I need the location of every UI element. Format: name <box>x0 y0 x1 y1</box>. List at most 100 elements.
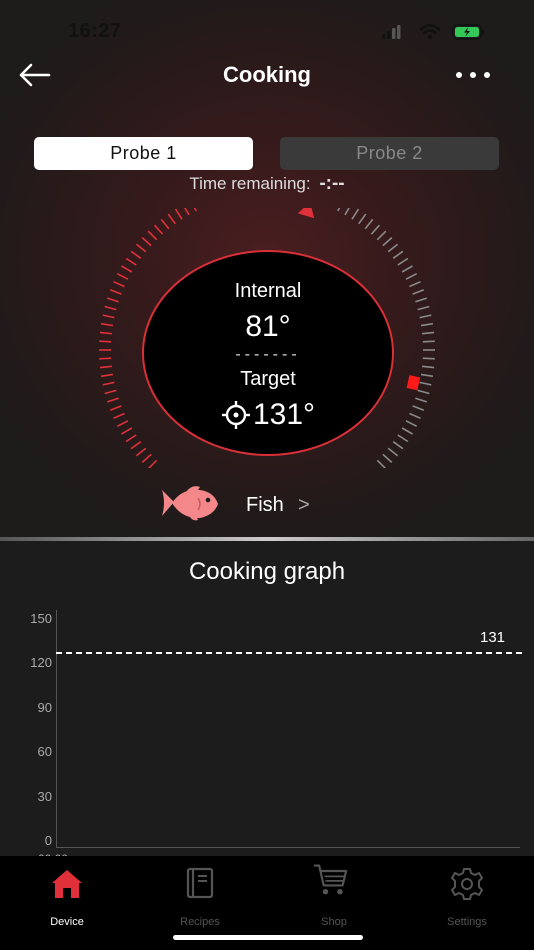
dial-tick <box>100 322 114 327</box>
target-row[interactable]: 131° <box>144 398 392 432</box>
dial-tick <box>415 297 428 303</box>
dial-tick <box>387 447 399 457</box>
section-divider <box>0 537 534 541</box>
dial-tick <box>376 459 387 468</box>
dial-tick <box>412 405 425 411</box>
tab-probe-2[interactable]: Probe 2 <box>280 137 499 170</box>
tab-device[interactable]: Device <box>7 864 127 930</box>
dial-tick <box>113 280 125 288</box>
dial-tick <box>102 314 115 319</box>
tab-label: Recipes <box>180 916 220 928</box>
dial-tick <box>174 208 183 220</box>
dial-tick <box>99 340 112 343</box>
dial-tick <box>376 230 387 241</box>
tab-settings[interactable]: Settings <box>407 864 527 930</box>
y-tick-label: 90 <box>37 700 52 715</box>
signal-wifi-battery-icon <box>382 24 484 40</box>
dial-tick <box>113 412 125 420</box>
dial-tick <box>130 250 142 259</box>
dial-tick <box>104 305 117 311</box>
dial-tick <box>422 331 435 335</box>
dial-tick <box>422 357 435 360</box>
food-label: Fish <box>246 494 284 516</box>
probe-tabs: Probe 1 Probe 2 <box>34 137 500 171</box>
dial-tick <box>121 265 133 273</box>
dial-tick <box>99 365 112 369</box>
tab-shop[interactable]: Shop <box>274 864 394 930</box>
fish-icon <box>162 486 218 521</box>
time-remaining-label: Time remaining: <box>189 174 311 193</box>
dial-tick <box>100 373 114 378</box>
dial-tick <box>141 237 152 247</box>
dial-tick <box>104 389 117 395</box>
time-remaining-value: -:-- <box>319 173 345 194</box>
internal-label: Internal <box>234 280 302 302</box>
dial-tick <box>106 297 119 303</box>
dial-tick <box>420 322 434 327</box>
y-tick-label: 30 <box>37 789 52 804</box>
dial-tick <box>392 250 404 259</box>
dial-tick <box>141 453 152 463</box>
dial-tick <box>358 213 367 225</box>
dial-tick <box>382 453 393 463</box>
dial-tick <box>417 389 430 395</box>
dial-tick <box>121 427 133 435</box>
dial-tick <box>106 397 119 403</box>
readout-divider: ------- <box>235 346 301 363</box>
more-button[interactable] <box>448 60 498 90</box>
dial-tick <box>135 447 147 457</box>
y-tick-label: 0 <box>44 833 52 848</box>
status-bar: 16:27 <box>0 0 534 60</box>
dial-tick <box>99 357 112 360</box>
dial-tick <box>397 434 409 443</box>
crosshair-icon <box>221 401 250 429</box>
dial-tick <box>412 289 425 295</box>
target-temp-marker <box>406 375 421 391</box>
dial-tick <box>415 397 428 403</box>
tab-recipes[interactable]: Recipes <box>140 864 260 930</box>
dial-tick <box>125 257 137 266</box>
dial-tick <box>193 208 197 212</box>
y-tick-label: 150 <box>30 611 52 626</box>
dial-tick <box>401 265 413 273</box>
book-icon <box>186 867 214 899</box>
dial-tick <box>116 272 129 280</box>
gear-icon <box>451 868 483 900</box>
target-label: Target <box>240 368 296 390</box>
dial-tick <box>167 213 176 225</box>
dial-tick <box>364 218 374 230</box>
tab-probe-1[interactable]: Probe 1 <box>34 137 253 170</box>
y-tick-label: 60 <box>37 744 52 759</box>
dial-tick <box>409 412 421 420</box>
y-axis <box>56 610 57 848</box>
target-line <box>56 652 522 654</box>
status-time: 16:27 <box>68 20 122 42</box>
dial-tick <box>99 331 112 335</box>
dial-tick <box>147 230 158 241</box>
dial-tick <box>409 280 421 288</box>
dial-tick <box>130 441 142 450</box>
dial-tick <box>109 405 122 411</box>
nav-bar: Cooking <box>0 52 534 98</box>
dial-tick <box>160 218 170 230</box>
tab-label: Device <box>50 916 84 928</box>
cart-icon <box>313 864 348 895</box>
x-axis <box>56 847 520 848</box>
tab-label: Shop <box>321 916 347 928</box>
target-value: 131° <box>252 398 316 431</box>
dial-tick <box>422 365 435 369</box>
cooking-graph: 150 120 90 60 30 0 131 00:00 <box>0 600 534 866</box>
dial-tick <box>337 208 341 212</box>
temperature-readout: Internal 81° ------- Target 131° <box>142 250 394 456</box>
food-selector[interactable]: Fish > <box>160 484 380 526</box>
dial-tick <box>351 208 360 220</box>
dial-tick <box>382 237 393 247</box>
dial-tick <box>147 459 158 468</box>
dial-tick <box>116 420 129 428</box>
dial-tick <box>419 314 432 319</box>
target-line-label: 131 <box>480 629 506 646</box>
y-tick-label: 120 <box>30 655 52 670</box>
tab-label: Settings <box>447 916 487 928</box>
dial-tick <box>392 441 404 450</box>
dial-tick <box>125 434 137 443</box>
